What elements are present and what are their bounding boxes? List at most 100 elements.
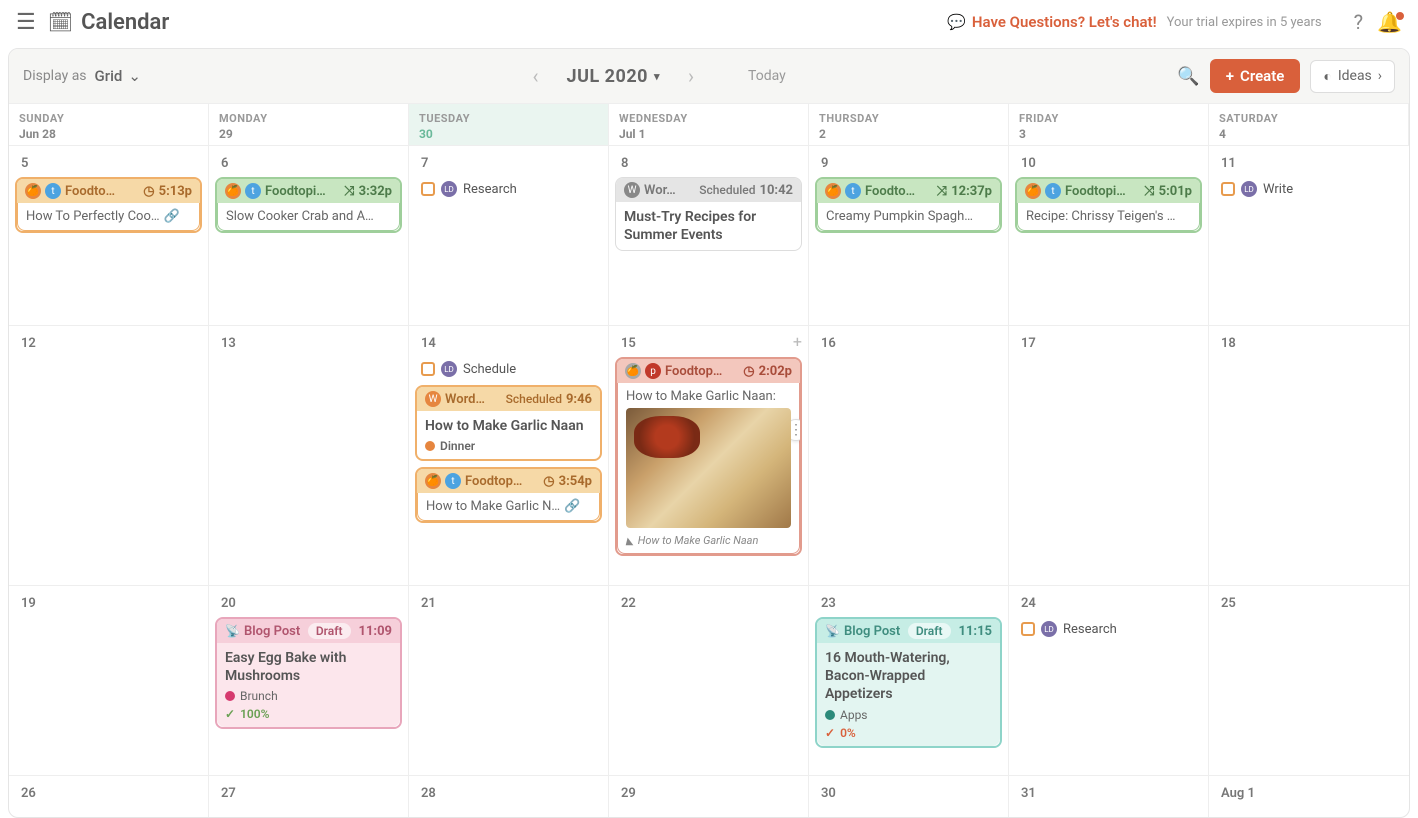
day-cell-24[interactable]: 24 LDResearch: [1009, 586, 1209, 775]
menu-icon[interactable]: ☰: [16, 10, 36, 35]
shuffle-icon: [1144, 184, 1154, 199]
day-header-tue: TUESDAY30: [409, 104, 609, 145]
pinterest-icon: p: [645, 363, 661, 379]
display-as-label: Display as: [23, 68, 87, 84]
avatar-icon: LD: [1041, 621, 1057, 637]
social-card[interactable]: 🍊tFoodto… 12:37p Creamy Pumpkin Spagh…: [815, 177, 1002, 233]
day-cell-5[interactable]: 5 🍊tFoodto… 5:13p How To Perfectly Coo… …: [9, 146, 209, 325]
checkbox-icon[interactable]: [421, 182, 435, 196]
caret-down-icon: ▾: [654, 70, 660, 83]
profile-icon: 🍊: [1025, 183, 1041, 199]
day-cell-aug1[interactable]: Aug 1: [1209, 776, 1409, 817]
day-cell-20[interactable]: 20 📡Blog Post Draft11:09 Easy Egg Bake w…: [209, 586, 409, 775]
day-cell-31[interactable]: 31: [1009, 776, 1209, 817]
day-cell-19[interactable]: 19: [9, 586, 209, 775]
day-cell-11[interactable]: 11 LDWrite: [1209, 146, 1409, 325]
check-icon: ✓: [825, 726, 835, 740]
profile-icon: 🍊: [625, 363, 641, 379]
notification-dot: [1396, 12, 1404, 20]
preview-image: [626, 408, 791, 528]
profile-icon: 🍊: [825, 183, 841, 199]
link-icon: 🔗: [564, 499, 580, 514]
day-cell-28[interactable]: 28: [409, 776, 609, 817]
day-cell-17[interactable]: 17: [1009, 326, 1209, 585]
ideas-button[interactable]: Ideas ›: [1310, 60, 1395, 93]
shuffle-icon: [344, 184, 354, 199]
day-cell-29[interactable]: 29: [609, 776, 809, 817]
task-chip[interactable]: LDResearch: [1015, 617, 1202, 641]
display-as-dropdown[interactable]: Grid ⌄: [95, 67, 141, 85]
task-chip[interactable]: LDSchedule: [415, 357, 602, 381]
campaign-caption: How to Make Garlic Naan: [626, 534, 791, 547]
day-cell-9[interactable]: 9 🍊tFoodto… 12:37p Creamy Pumpkin Spagh…: [809, 146, 1009, 325]
day-cell-30[interactable]: 30: [809, 776, 1009, 817]
day-header-wed: WEDNESDAYJul 1: [609, 104, 809, 145]
check-icon: ✓: [225, 707, 235, 721]
create-button[interactable]: + Create: [1210, 59, 1301, 93]
clock-icon: [143, 184, 154, 199]
day-header-thu: THURSDAY2: [809, 104, 1009, 145]
checkbox-icon[interactable]: [1021, 622, 1035, 636]
social-card[interactable]: 🍊tFoodtop… 3:54p How to Make Garlic N… 🔗: [415, 467, 602, 523]
search-icon[interactable]: 🔍: [1177, 66, 1199, 87]
day-cell-21[interactable]: 21: [409, 586, 609, 775]
chevron-right-icon: ›: [1378, 68, 1382, 84]
task-chip[interactable]: LDResearch: [415, 177, 602, 201]
checkbox-icon[interactable]: [421, 362, 435, 376]
day-cell-23[interactable]: 23 📡Blog Post Draft11:15 16 Mouth-Wateri…: [809, 586, 1009, 775]
calendar-icon: 🗓: [48, 10, 73, 34]
day-cell-15[interactable]: 15 + 🍊pFoodtop… 2:02p ⋮ How to Make Garl…: [609, 326, 809, 585]
link-icon: 🔗: [164, 209, 180, 224]
day-cell-6[interactable]: 6 🍊tFoodtopi… 3:32p Slow Cooker Crab and…: [209, 146, 409, 325]
social-card[interactable]: 🍊tFoodto… 5:13p How To Perfectly Coo… 🔗: [15, 177, 202, 233]
avatar-icon: LD: [441, 361, 457, 377]
rss-icon: 📡: [225, 624, 240, 638]
month-picker[interactable]: JUL 2020 ▾: [567, 66, 660, 87]
checkbox-icon[interactable]: [1221, 182, 1235, 196]
day-cell-13[interactable]: 13: [209, 326, 409, 585]
day-cell-7[interactable]: 7 LDResearch: [409, 146, 609, 325]
clock-icon: [743, 364, 754, 379]
twitter-icon: t: [245, 183, 261, 199]
tag-dot: [225, 691, 235, 701]
day-cell-14[interactable]: 14 LDSchedule WWord… Scheduled 9:46 How …: [409, 326, 609, 585]
blog-card[interactable]: 📡Blog Post Draft11:15 16 Mouth-Watering,…: [815, 617, 1002, 748]
day-cell-26[interactable]: 26: [9, 776, 209, 817]
add-item-button[interactable]: +: [793, 332, 802, 351]
notifications-icon[interactable]: 🔔: [1377, 10, 1402, 34]
today-button[interactable]: Today: [748, 68, 786, 84]
day-cell-16[interactable]: 16: [809, 326, 1009, 585]
wordpress-card[interactable]: WWor… Scheduled 10:42 Must-Try Recipes f…: [615, 177, 802, 251]
social-card[interactable]: 🍊tFoodtopi… 5:01p Recipe: Chrissy Teigen…: [1015, 177, 1202, 233]
social-card[interactable]: 🍊tFoodtopi… 3:32p Slow Cooker Crab and A…: [215, 177, 402, 233]
day-header-sat: SATURDAY4: [1209, 104, 1409, 145]
day-cell-27[interactable]: 27: [209, 776, 409, 817]
day-cell-10[interactable]: 10 🍊tFoodtopi… 5:01p Recipe: Chrissy Tei…: [1009, 146, 1209, 325]
wordpress-card[interactable]: WWord… Scheduled 9:46 How to Make Garlic…: [415, 385, 602, 461]
task-chip[interactable]: LDWrite: [1215, 177, 1403, 201]
bulb-icon: [1323, 68, 1331, 85]
blog-card[interactable]: 📡Blog Post Draft11:09 Easy Egg Bake with…: [215, 617, 402, 729]
week-row-4: 26 27 28 29 30 31 Aug 1: [9, 775, 1409, 817]
day-cell-18[interactable]: 18: [1209, 326, 1409, 585]
tag-dot: [825, 710, 835, 720]
prev-month-button[interactable]: ‹: [533, 64, 539, 88]
social-card[interactable]: 🍊pFoodtop… 2:02p ⋮ How to Make Garlic Na…: [615, 357, 802, 556]
twitter-icon: t: [445, 473, 461, 489]
twitter-icon: t: [845, 183, 861, 199]
chat-icon: 💬: [947, 13, 966, 31]
chevron-down-icon: ⌄: [128, 67, 141, 85]
day-cell-22[interactable]: 22: [609, 586, 809, 775]
trial-text: Your trial expires in 5 years: [1167, 15, 1322, 30]
rss-icon: 📡: [825, 624, 840, 638]
weekday-headers: SUNDAYJun 28 MONDAY29 TUESDAY30 WEDNESDA…: [9, 104, 1409, 145]
help-icon[interactable]: ?: [1354, 10, 1363, 34]
day-cell-8[interactable]: 8 WWor… Scheduled 10:42 Must-Try Recipes…: [609, 146, 809, 325]
day-cell-12[interactable]: 12: [9, 326, 209, 585]
tag-dot: [425, 441, 435, 451]
chat-link[interactable]: 💬 Have Questions? Let's chat!: [947, 13, 1156, 31]
day-cell-25[interactable]: 25: [1209, 586, 1409, 775]
avatar-icon: LD: [1241, 181, 1257, 197]
wordpress-icon: W: [624, 182, 640, 198]
next-month-button[interactable]: ›: [688, 64, 694, 88]
